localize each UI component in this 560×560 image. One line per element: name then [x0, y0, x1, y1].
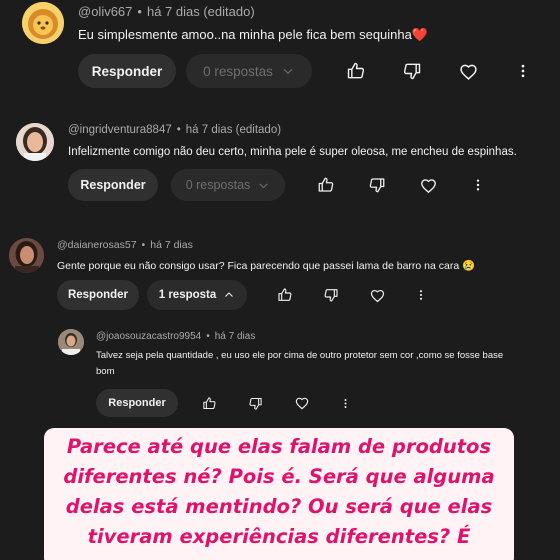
timestamp[interactable]: há 7 dias — [150, 239, 193, 251]
reply-button[interactable]: Responder — [96, 389, 178, 417]
comment-meta: @ingridventura8847 • há 7 dias (editado) — [68, 124, 281, 136]
chevron-down-icon — [257, 179, 270, 192]
separator: • — [176, 124, 181, 136]
comment-meta: @joaosouzacastro9954 • há 7 dias — [96, 331, 255, 342]
chevron-down-icon — [281, 64, 295, 78]
replies-count-label: 0 respostas — [203, 63, 273, 79]
comment-text-continued: bom — [96, 366, 115, 377]
comment-item: @oliv667 • há 7 dias (editado) Eu simplesm… — [0, 0, 560, 110]
avatar[interactable] — [58, 329, 84, 355]
profile-photo-icon — [9, 238, 44, 273]
comment-text: Talvez seja pela quantidade , eu uso ele… — [96, 350, 504, 361]
comment-actions: Responder 0 respostas — [78, 54, 532, 88]
username[interactable]: @joaosouzacastro9954 — [96, 331, 201, 342]
replies-toggle-button[interactable]: 1 resposta — [147, 280, 247, 310]
reply-button-label: Responder — [67, 289, 129, 301]
heart-icon[interactable] — [419, 176, 438, 195]
lion-avatar-icon — [22, 2, 64, 44]
comment-item: @ingridventura8847 • há 7 dias (editado) I… — [0, 118, 560, 218]
avatar[interactable] — [22, 2, 64, 44]
username[interactable]: @daianerosas57 — [57, 239, 137, 251]
separator: • — [206, 331, 210, 342]
replies-toggle-button[interactable]: 0 respostas — [186, 54, 312, 88]
reply-button[interactable]: Responder — [78, 54, 176, 88]
timestamp[interactable]: há 7 dias — [215, 331, 256, 342]
comment-text: Eu simplesmente amoo..na minha pele fica… — [78, 27, 429, 42]
more-icon[interactable] — [514, 62, 532, 80]
timestamp[interactable]: há 7 dias (editado) — [186, 124, 281, 136]
reply-button[interactable]: Responder — [57, 280, 139, 310]
replies-toggle-button[interactable]: 0 respostas — [171, 169, 285, 201]
more-icon[interactable] — [470, 177, 486, 193]
reply-button-label: Responder — [91, 63, 163, 79]
comment-text: Infelizmente comigo não deu certo, minha… — [68, 146, 517, 158]
comment-meta: @daianerosas57 • há 7 dias — [57, 239, 193, 251]
username[interactable]: @oliv667 — [78, 4, 132, 19]
dislike-icon[interactable] — [323, 287, 339, 303]
comment-actions: Responder — [96, 389, 352, 417]
chevron-up-icon — [223, 289, 235, 301]
comment-text: Gente porque eu não consigo usar? Fica p… — [57, 260, 476, 272]
separator: • — [137, 4, 142, 19]
comment-actions: Responder 1 resposta — [57, 280, 428, 310]
separator: • — [141, 239, 146, 251]
caption-line: Parece até que elas falam de produtos — [66, 435, 492, 458]
profile-photo-icon — [58, 329, 84, 355]
reply-item: @joaosouzacastro9954 • há 7 dias Talvez se… — [0, 324, 560, 424]
replies-count-label: 1 resposta — [158, 289, 217, 301]
like-icon[interactable] — [202, 396, 217, 411]
timestamp[interactable]: há 7 dias (editado) — [147, 4, 255, 19]
more-icon[interactable] — [414, 288, 428, 302]
profile-photo-icon — [16, 123, 54, 161]
replies-count-label: 0 respostas — [185, 178, 251, 192]
heart-icon[interactable] — [369, 287, 386, 304]
heart-icon[interactable] — [294, 395, 310, 411]
more-icon[interactable] — [339, 397, 352, 410]
caption-line: diferentes né? Pois é. Será que alguma — [63, 465, 495, 488]
dislike-icon[interactable] — [402, 61, 422, 81]
like-icon[interactable] — [277, 287, 293, 303]
heart-icon[interactable] — [458, 61, 479, 82]
reply-button[interactable]: Responder — [68, 169, 158, 201]
dislike-icon[interactable] — [368, 176, 386, 194]
reply-button-label: Responder — [80, 178, 146, 192]
username[interactable]: @ingridventura8847 — [68, 124, 172, 136]
comment-meta: @oliv667 • há 7 dias (editado) — [78, 4, 255, 19]
comment-actions: Responder 0 respostas — [68, 169, 486, 201]
avatar[interactable] — [16, 123, 54, 161]
like-icon[interactable] — [346, 61, 366, 81]
reply-button-label: Responder — [108, 397, 166, 409]
caption-overlay: Parece até que elas falam de produtos di… — [44, 428, 514, 560]
caption-line: tiveram experiências diferentes? É — [87, 525, 471, 548]
like-icon[interactable] — [317, 176, 335, 194]
dislike-icon[interactable] — [248, 396, 263, 411]
comment-item: @daianerosas57 • há 7 dias Gente porque eu… — [0, 232, 560, 322]
caption-line: delas está mentindo? Ou será que elas — [65, 495, 493, 518]
avatar[interactable] — [9, 238, 44, 273]
